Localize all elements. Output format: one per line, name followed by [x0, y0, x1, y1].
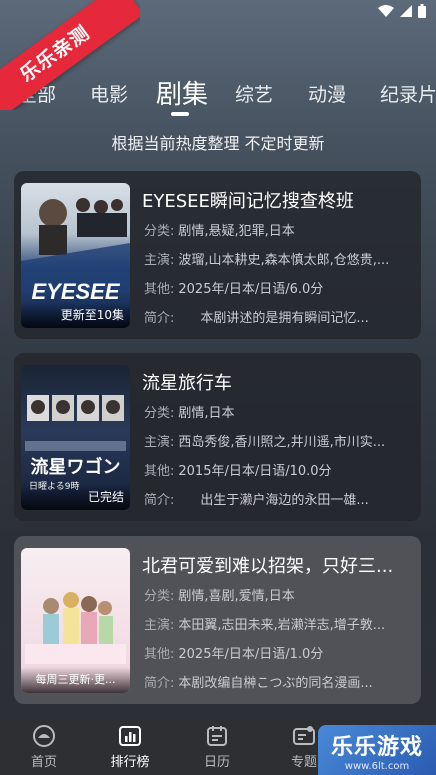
update-badge: 已完结	[21, 484, 130, 510]
category-value: 剧情,日本	[178, 406, 235, 421]
item-category: 分类: 剧情,日本	[144, 402, 412, 421]
item-title[interactable]: 北君可爱到难以招架，只好三...	[142, 552, 412, 578]
cast-value: 波瑠,山本耕史,森本慎太郎,仓悠贵,...	[178, 253, 390, 268]
update-badge: 每周三更新·更...	[21, 667, 130, 693]
topic-icon	[293, 726, 315, 745]
tab-anime[interactable]: 动漫	[308, 80, 346, 107]
item-other: 其他: 2025年/日本/日语/6.0分	[144, 278, 412, 297]
nav-calendar-label: 日历	[203, 755, 230, 770]
active-tab-indicator	[171, 112, 189, 116]
other-value: 2015年/日本/日语/10.0分	[178, 464, 332, 479]
page-subtitle: 根据当前热度整理 不定时更新	[111, 134, 325, 153]
tab-documentary[interactable]: 纪录片	[380, 80, 436, 107]
ribbon-text: 乐乐亲测	[0, 0, 140, 110]
home-icon	[33, 725, 55, 747]
list-item[interactable]: EYESEE 更新至10集 EYESEE瞬间记忆搜查柊班 分类: 剧情,悬疑,犯罪…	[14, 171, 421, 339]
cast-key: 主演:	[144, 253, 175, 268]
watermark-url: www.6lt.com	[344, 761, 410, 772]
item-intro: 简介: 本剧讲述的是拥有瞬间记忆...	[144, 307, 412, 326]
corner-ribbon: 乐乐亲测	[0, 0, 140, 110]
category-value: 剧情,悬疑,犯罪,日本	[178, 224, 295, 239]
tab-series[interactable]: 剧集	[156, 74, 208, 111]
nav-ranking-label: 排行榜	[110, 755, 150, 770]
nav-ranking[interactable]: 排行榜	[90, 723, 170, 770]
calendar-icon	[207, 726, 227, 746]
nav-calendar[interactable]: 日历	[177, 723, 257, 770]
item-intro: 简介: 出生于濑户海边的永田一雄...	[144, 489, 412, 508]
item-cast: 主演: 本田翼,志田未来,岩濑洋志,增子敦...	[144, 614, 412, 633]
category-key: 分类:	[144, 589, 175, 604]
update-badge: 更新至10集	[21, 302, 130, 328]
intro-key: 简介:	[144, 311, 175, 326]
item-category: 分类: 剧情,悬疑,犯罪,日本	[144, 220, 412, 239]
intro-value: 本剧改编自榊こつぶ的同名漫画...	[178, 676, 373, 691]
wifi-icon	[378, 5, 394, 17]
item-title[interactable]: EYESEE瞬间记忆搜查柊班	[142, 187, 412, 213]
other-key: 其他:	[144, 282, 175, 297]
tab-variety[interactable]: 综艺	[235, 80, 273, 107]
item-title[interactable]: 流星旅行车	[142, 369, 412, 395]
signal-icon	[400, 5, 412, 17]
ranking-icon	[119, 726, 141, 746]
site-watermark: 乐乐游戏 www.6lt.com	[318, 725, 436, 775]
nav-home[interactable]: 首页	[4, 723, 84, 770]
poster-image[interactable]: EYESEE 更新至10集	[21, 183, 130, 328]
category-value: 剧情,喜剧,爱情,日本	[178, 589, 295, 604]
intro-value: 本剧讲述的是拥有瞬间记忆...	[200, 311, 369, 326]
item-other: 其他: 2015年/日本/日语/10.0分	[144, 460, 412, 479]
category-key: 分类:	[144, 406, 175, 421]
other-value: 2025年/日本/日语/6.0分	[178, 282, 324, 297]
other-value: 2025年/日本/日语/1.0分	[178, 647, 324, 662]
poster-image[interactable]: 每周三更新·更...	[21, 548, 130, 693]
item-cast: 主演: 波瑠,山本耕史,森本慎太郎,仓悠贵,...	[144, 249, 412, 268]
cast-value: 本田翼,志田未来,岩濑洋志,增子敦...	[178, 618, 386, 633]
poster-image[interactable]: 流星ワゴン 日曜よる9時 已完结	[21, 365, 130, 510]
other-key: 其他:	[144, 464, 175, 479]
list-item[interactable]: 每周三更新·更... 北君可爱到难以招架，只好三... 分类: 剧情,喜剧,爱情,…	[14, 536, 421, 704]
watermark-title: 乐乐游戏	[330, 735, 423, 760]
item-other: 其他: 2025年/日本/日语/1.0分	[144, 643, 412, 662]
item-category: 分类: 剧情,喜剧,爱情,日本	[144, 585, 412, 604]
battery-icon	[418, 4, 426, 18]
poster-title-text: 流星ワゴン	[30, 457, 121, 478]
intro-value: 出生于濑户海边的永田一雄...	[200, 493, 369, 508]
other-key: 其他:	[144, 647, 175, 662]
item-intro: 简介: 本剧改编自榊こつぶ的同名漫画...	[144, 672, 412, 691]
intro-key: 简介:	[144, 676, 175, 691]
cast-key: 主演:	[144, 618, 175, 633]
cast-key: 主演:	[144, 435, 175, 450]
nav-home-label: 首页	[30, 755, 57, 770]
intro-key: 简介:	[144, 493, 175, 508]
list-item[interactable]: 流星ワゴン 日曜よる9時 已完结 流星旅行车 分类:剧情,日本 主演:西岛秀俊,…	[14, 353, 421, 521]
item-cast: 主演: 西岛秀俊,香川照之,井川遥,市川实...	[144, 431, 412, 450]
status-icons	[378, 4, 426, 18]
cast-value: 西岛秀俊,香川照之,井川遥,市川实...	[178, 435, 386, 450]
category-key: 分类:	[144, 224, 175, 239]
